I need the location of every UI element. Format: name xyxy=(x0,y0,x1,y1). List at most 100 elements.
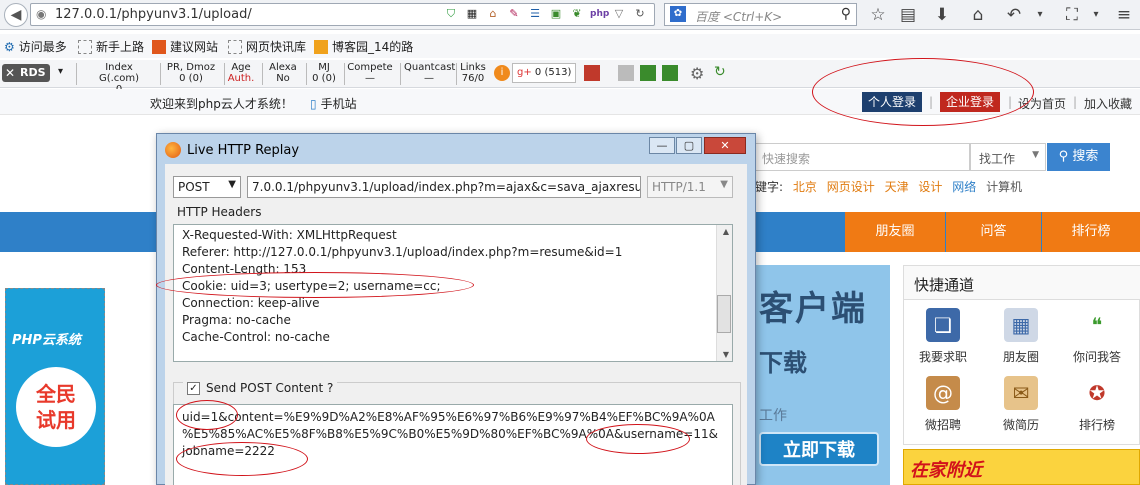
header-line: Referer: http://127.0.0.1/phpyunv3.1/upl… xyxy=(182,245,623,259)
bookmark-cnblogs[interactable]: 博客园_14的路 xyxy=(314,38,413,55)
php-icon[interactable]: php xyxy=(590,6,609,22)
shield-icon[interactable]: ⛉ xyxy=(443,6,459,22)
rds-wrench-icon: ✕ xyxy=(5,66,16,80)
quick-item-micro-resume[interactable]: ✉ 微简历 xyxy=(986,376,1056,433)
header-line: X-Requested-With: XMLHttpRequest xyxy=(182,228,397,242)
quick-item-qa[interactable]: ❝ 你问我答 xyxy=(1062,308,1132,365)
address-text[interactable]: 127.0.0.1/phpyunv3.1/upload/ xyxy=(55,7,252,22)
left-ad-banner[interactable]: PHP云系统 全民 试用 xyxy=(5,288,105,485)
rds-dropdown-icon[interactable]: ▾ xyxy=(58,66,63,77)
separator xyxy=(160,63,161,85)
settings-gear-icon[interactable]: ⚙ xyxy=(690,64,704,83)
nav-tab-ranking[interactable]: 排行榜 xyxy=(1042,212,1140,252)
download-now-button[interactable]: 立即下载 xyxy=(759,432,879,466)
bookmark-getting-started[interactable]: 新手上路 xyxy=(78,38,144,55)
bookmark-most-visited[interactable]: ⚙ 访问最多 xyxy=(4,38,67,55)
home-icon[interactable]: ⌂ xyxy=(485,6,501,22)
mobile-site-link[interactable]: ▯ 手机站 xyxy=(310,95,357,112)
ad-circle-line: 试用 xyxy=(36,408,76,432)
address-bar[interactable]: ◉ 127.0.0.1/phpyunv3.1/upload/ ⛉ ▦ ⌂ ✎ ☰… xyxy=(30,3,655,26)
reload-icon[interactable]: ↻ xyxy=(632,6,648,22)
bookmark-web-slice[interactable]: 网页快讯库 xyxy=(228,38,306,55)
maximize-button[interactable]: ▢ xyxy=(676,137,702,154)
quick-item-micro-hiring[interactable]: @ 微招聘 xyxy=(908,376,978,433)
nearby-promo-banner[interactable]: 在家附近 xyxy=(903,449,1140,485)
nav-tab-qa[interactable]: 问答 xyxy=(946,212,1041,252)
wifi-icon[interactable]: ☰ xyxy=(527,6,543,22)
crop-menu-chevron-icon[interactable]: ▾ xyxy=(1086,5,1106,25)
add-favorite-link[interactable]: 加入收藏 xyxy=(1084,95,1132,112)
set-home-link[interactable]: 设为首页 xyxy=(1018,95,1066,112)
star-icon[interactable]: ☆ xyxy=(868,5,888,25)
bookmark-label: 网页快讯库 xyxy=(246,40,307,54)
scroll-down-icon[interactable]: ▼ xyxy=(723,350,729,359)
close-button[interactable]: ✕ xyxy=(704,137,746,154)
bar-chart-icon[interactable] xyxy=(584,65,600,81)
seo-alexa[interactable]: Alexa No xyxy=(266,62,300,84)
hot-keyword[interactable]: 网页设计 xyxy=(827,180,875,194)
refresh-icon[interactable]: ↻ xyxy=(714,64,726,80)
quick-item-job-search[interactable]: ❏ 我要求职 xyxy=(908,308,978,365)
site-top-bar: 欢迎来到php云人才系统！ ▯ 手机站 个人登录 | 企业登录 | 设为首页 |… xyxy=(0,89,1140,115)
send-post-label: Send POST Content ? xyxy=(206,381,334,395)
send-post-checkbox[interactable]: ✓ xyxy=(187,381,200,395)
send-post-checkbox-row[interactable]: ✓ Send POST Content ? xyxy=(183,381,338,395)
hot-keyword[interactable]: 网络 xyxy=(952,180,976,194)
plus-one-button[interactable]: g+ 0 (513) xyxy=(512,63,577,83)
sitemap-icon[interactable] xyxy=(640,65,656,81)
seo-links[interactable]: Links 76/0 xyxy=(458,62,488,84)
undo-icon[interactable]: ↶ xyxy=(1004,5,1024,25)
info-icon[interactable]: i xyxy=(494,65,510,81)
hot-keyword[interactable]: 天津 xyxy=(885,180,909,194)
hot-keyword[interactable]: 北京 xyxy=(793,180,817,194)
quick-item-friends[interactable]: ▦ 朋友圈 xyxy=(986,308,1056,365)
scroll-thumb[interactable] xyxy=(717,295,731,333)
bookmark-suggested-sites[interactable]: 建议网站 xyxy=(152,38,218,55)
site-search-input[interactable]: 快速搜索 xyxy=(755,143,970,171)
rss-feed-icon[interactable] xyxy=(618,65,634,81)
hot-keyword[interactable]: 设计 xyxy=(918,180,942,194)
method-select[interactable]: POST ▼ xyxy=(173,176,241,198)
bookmark-label: 博客园_14的路 xyxy=(332,40,414,54)
dropdown-icon[interactable]: ▽ xyxy=(611,6,627,22)
qr-code-icon[interactable]: ▦ xyxy=(464,6,480,22)
lock-icon[interactable]: ▣ xyxy=(548,6,564,22)
reading-list-icon[interactable]: ▤ xyxy=(898,5,918,25)
rds-button[interactable]: ✕ RDS xyxy=(2,64,50,82)
browser-search-box[interactable]: ✿ 百度 <Ctrl+K> ⚲ xyxy=(664,3,857,26)
hot-keyword[interactable]: 计算机 xyxy=(986,180,1022,194)
http-headers-textarea[interactable]: X-Requested-With: XMLHttpRequest Referer… xyxy=(173,224,733,362)
quick-item-label: 我要求职 xyxy=(918,350,967,364)
minimize-button[interactable]: — xyxy=(649,137,675,154)
site-search-button[interactable]: ⚲ 搜索 xyxy=(1047,143,1110,171)
menu-icon[interactable]: ≡ xyxy=(1114,5,1134,25)
personal-login-button[interactable]: 个人登录 xyxy=(862,92,923,112)
quick-item-ranking[interactable]: ✪ 排行榜 xyxy=(1062,376,1132,433)
seo-pr[interactable]: PR, Dmoz 0 (0) xyxy=(164,62,218,84)
back-button[interactable]: ◀ xyxy=(4,3,28,27)
seo-compete[interactable]: Compete — xyxy=(346,62,394,84)
seo-age[interactable]: Age Auth. xyxy=(226,62,256,84)
dialog-title: Live HTTP Replay xyxy=(187,142,300,158)
download-icon[interactable]: ⬇ xyxy=(932,5,952,25)
protocol-select[interactable]: HTTP/1.1 ▼ xyxy=(647,176,733,198)
seo-mj[interactable]: MJ 0 (0) xyxy=(310,62,338,84)
scroll-up-icon[interactable]: ▲ xyxy=(723,227,729,236)
firefox-icon xyxy=(165,142,181,158)
undo-menu-chevron-icon[interactable]: ▾ xyxy=(1030,5,1050,25)
nav-tab-friends[interactable]: 朋友圈 xyxy=(845,212,945,252)
home-button-icon[interactable]: ⌂ xyxy=(968,5,988,25)
company-login-button[interactable]: 企业登录 xyxy=(940,92,1001,112)
request-url-input[interactable]: 7.0.0.1/phpyunv3.1/upload/index.php?m=aj… xyxy=(247,176,641,198)
seo-quantcast-value: — xyxy=(424,73,434,84)
search-type-select[interactable]: 找工作 ▼ xyxy=(970,143,1046,171)
leaf-icon[interactable]: ❦ xyxy=(569,6,585,22)
feather-icon[interactable]: ✎ xyxy=(506,6,522,22)
crop-icon[interactable]: ⛶ xyxy=(1062,5,1082,25)
code-icon[interactable] xyxy=(662,65,678,81)
headers-scrollbar[interactable]: ▲ ▼ xyxy=(716,225,732,361)
maximize-icon: ▢ xyxy=(683,139,695,152)
seo-quantcast[interactable]: Quantcast — xyxy=(404,62,455,84)
search-icon[interactable]: ⚲ xyxy=(841,6,851,22)
post-content-textarea[interactable]: uid=1&content=%E9%9D%A2%E8%AF%95%E6%97%B… xyxy=(173,404,733,485)
